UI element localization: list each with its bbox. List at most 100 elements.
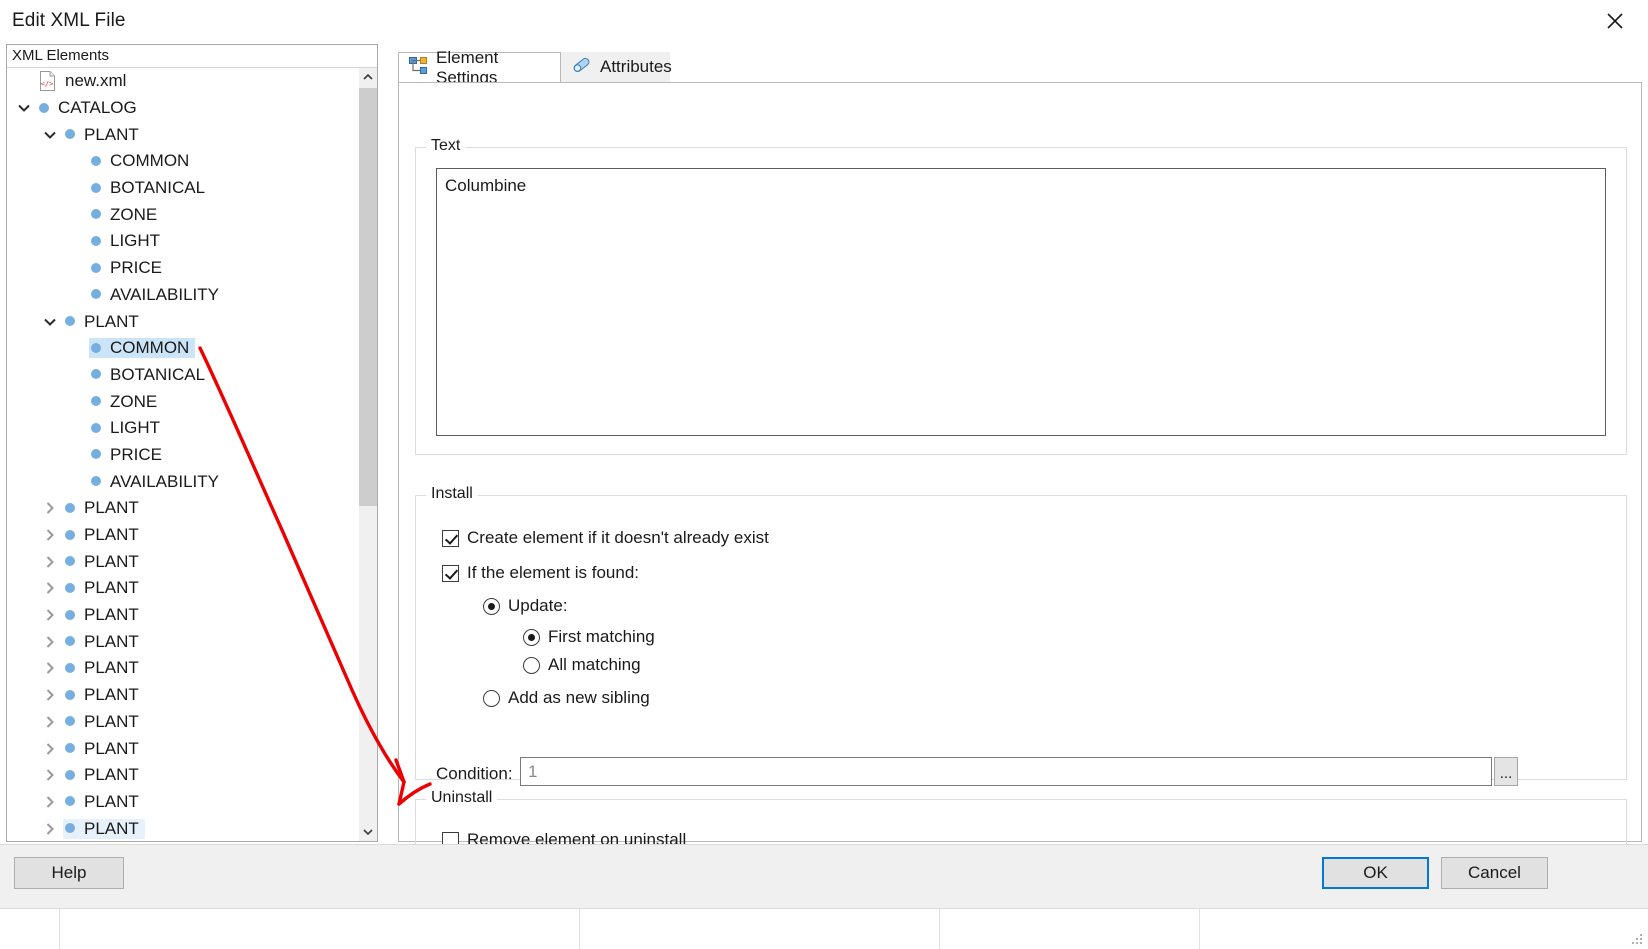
tab-attributes[interactable]: Attributes	[561, 52, 672, 82]
scroll-up-arrow[interactable]	[359, 68, 377, 86]
chevron-right-icon[interactable]	[37, 789, 63, 815]
node-bullet-icon	[65, 796, 75, 807]
tree-node-label: PLANT	[84, 791, 139, 811]
tree-node-light[interactable]: LIGHT	[7, 415, 359, 442]
attribute-tag-icon	[571, 56, 592, 79]
tree-node-plant[interactable]: PLANT	[7, 495, 359, 522]
tree-node-price[interactable]: PRICE	[7, 255, 359, 282]
tree-node-content: PLANT	[63, 739, 145, 759]
tree-node-content: PLANT	[63, 125, 145, 145]
chevron-right-icon[interactable]	[37, 762, 63, 788]
tree-node-plant[interactable]: PLANT	[7, 628, 359, 655]
if-element-found-label: If the element is found:	[467, 563, 639, 582]
chevron-right-icon[interactable]	[37, 522, 63, 548]
tab-element-settings[interactable]: Element Settings	[398, 48, 561, 87]
xml-elements-panel: XML Elements </> new.xml CATALOG PLANT COMMO…	[6, 44, 378, 842]
chevron-down-icon[interactable]	[37, 122, 63, 148]
first-matching-radio-row[interactable]: First matching	[523, 627, 655, 647]
node-bullet-icon	[91, 422, 101, 433]
create-element-checkbox-row[interactable]: Create element if it doesn't already exi…	[442, 528, 769, 548]
tree-node-plant[interactable]: PLANT	[7, 682, 359, 709]
node-bullet-icon	[65, 662, 75, 673]
tree-scrollbar[interactable]	[359, 68, 377, 841]
update-radio-row[interactable]: Update:	[483, 596, 568, 616]
tree-node-label: PLANT	[84, 605, 139, 625]
node-bullet-icon	[65, 743, 75, 754]
condition-browse-button[interactable]: ...	[1494, 757, 1518, 786]
tree-node-plant[interactable]: PLANT	[7, 762, 359, 789]
tree-node-common[interactable]: COMMON	[7, 335, 359, 362]
tree-node-plant[interactable]: PLANT	[7, 709, 359, 736]
add-sibling-radio[interactable]	[483, 689, 500, 707]
chevron-right-icon[interactable]	[37, 602, 63, 628]
node-bullet-icon	[65, 529, 75, 540]
chevron-right-icon[interactable]	[37, 736, 63, 762]
tree-node-availability[interactable]: AVAILABILITY	[7, 468, 359, 495]
tree-node-plant[interactable]: PLANT	[7, 548, 359, 575]
chevron-right-icon[interactable]	[37, 575, 63, 601]
tree-node-plant[interactable]: PLANT	[7, 789, 359, 816]
chevron-right-icon[interactable]	[37, 495, 63, 521]
tree-node-plant[interactable]: PLANT	[7, 815, 359, 841]
tree-node-content: AVAILABILITY	[89, 285, 225, 305]
tree-node-botanical[interactable]: BOTANICAL	[7, 362, 359, 389]
xml-elements-tree[interactable]: </> new.xml CATALOG PLANT COMMON BOTANICAL ZON…	[7, 68, 359, 841]
status-segment	[60, 909, 580, 949]
tree-scrollbar-thumb[interactable]	[359, 88, 377, 506]
node-bullet-icon	[91, 289, 101, 300]
tree-node-plant[interactable]: PLANT	[7, 522, 359, 549]
chevron-right-icon[interactable]	[37, 629, 63, 655]
tree-node-botanical[interactable]: BOTANICAL	[7, 175, 359, 202]
node-bullet-icon	[65, 316, 75, 327]
help-button[interactable]: Help	[14, 857, 124, 889]
tree-node-plant[interactable]: PLANT	[7, 655, 359, 682]
all-matching-radio[interactable]	[523, 656, 540, 674]
scroll-down-arrow[interactable]	[359, 823, 377, 841]
tree-node-content: PLANT	[63, 685, 145, 705]
create-element-checkbox[interactable]	[442, 529, 459, 547]
tree-node-price[interactable]: PRICE	[7, 442, 359, 469]
chevron-right-icon[interactable]	[37, 655, 63, 681]
chevron-right-icon[interactable]	[37, 682, 63, 708]
tree-node-content: PLANT	[63, 765, 145, 785]
twisty-placeholder	[63, 335, 89, 361]
tree-node-light[interactable]: LIGHT	[7, 228, 359, 255]
tree-node-zone[interactable]: ZONE	[7, 201, 359, 228]
tree-node-catalog[interactable]: CATALOG	[7, 95, 359, 122]
tree-node-plant[interactable]: PLANT	[7, 602, 359, 629]
element-settings-page: Text Install Create element if it doesn'…	[398, 82, 1642, 889]
tree-node-common[interactable]: COMMON	[7, 148, 359, 175]
tree-node-label: PLANT	[84, 658, 139, 678]
chevron-right-icon[interactable]	[37, 816, 63, 841]
tree-node-label: PLANT	[84, 124, 139, 144]
update-radio[interactable]	[483, 597, 500, 615]
chevron-right-icon[interactable]	[37, 709, 63, 735]
tree-node-plant[interactable]: PLANT	[7, 735, 359, 762]
tree-node-plant[interactable]: PLANT	[7, 308, 359, 335]
if-element-found-checkbox[interactable]	[442, 564, 459, 582]
chevron-down-icon[interactable]	[11, 95, 37, 121]
tree-node-label: PLANT	[84, 551, 139, 571]
dialog-footer: Help OK Cancel	[0, 844, 1648, 908]
cancel-button[interactable]: Cancel	[1441, 857, 1548, 889]
tree-node-label: BOTANICAL	[110, 364, 206, 384]
all-matching-radio-row[interactable]: All matching	[523, 655, 641, 675]
element-text-input[interactable]	[436, 168, 1606, 436]
ok-button[interactable]: OK	[1322, 857, 1429, 889]
xml-file-icon: </>	[39, 70, 56, 91]
first-matching-radio[interactable]	[523, 628, 540, 646]
add-sibling-radio-row[interactable]: Add as new sibling	[483, 688, 650, 708]
tree-node-availability[interactable]: AVAILABILITY	[7, 282, 359, 309]
tree-node-new.xml[interactable]: </> new.xml	[7, 68, 359, 95]
tree-node-label: PRICE	[110, 258, 162, 278]
tree-node-plant[interactable]: PLANT	[7, 121, 359, 148]
resize-grip[interactable]	[1630, 932, 1644, 946]
close-icon[interactable]	[1588, 2, 1642, 40]
chevron-right-icon[interactable]	[37, 549, 63, 575]
tree-node-zone[interactable]: ZONE	[7, 388, 359, 415]
chevron-down-icon[interactable]	[37, 309, 63, 335]
tree-node-plant[interactable]: PLANT	[7, 575, 359, 602]
if-element-found-checkbox-row[interactable]: If the element is found:	[442, 563, 639, 583]
update-label: Update:	[508, 596, 568, 615]
condition-input[interactable]	[520, 757, 1492, 786]
